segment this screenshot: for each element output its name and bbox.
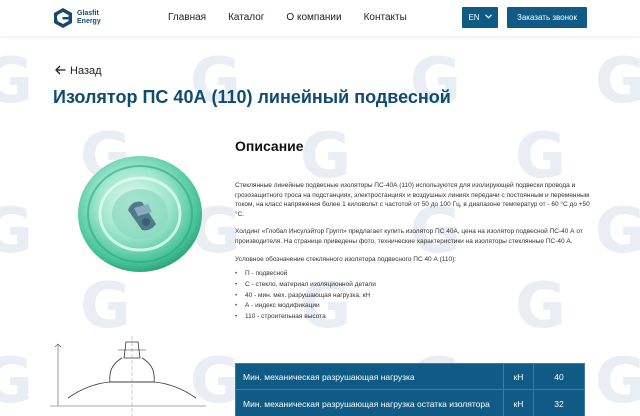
bullet-icon: • xyxy=(235,312,238,320)
logo-text: Glasfit Energy xyxy=(77,10,101,26)
spec-unit: кН xyxy=(503,363,534,390)
logo-icon xyxy=(53,7,73,29)
order-call-button[interactable]: Заказать звонок xyxy=(507,7,587,28)
logo-link[interactable]: Glasfit Energy xyxy=(53,7,101,29)
watermark-logo-icon: G xyxy=(80,269,131,342)
table-row: Мин. механическая разрушающая нагрузка о… xyxy=(235,389,585,416)
description-paragraph: Стеклянные линейные подвесные изоляторы … xyxy=(235,182,590,218)
bullet-icon: • xyxy=(235,280,238,288)
site-header: Glasfit Energy Главная Каталог О компани… xyxy=(0,0,640,36)
list-item: • 40 - мин. мех. разрушающая нагрузка, кН xyxy=(235,291,590,302)
table-row: Мин. механическая разрушающая нагрузка к… xyxy=(235,363,585,390)
main-nav: Главная Каталог О компании Контакты xyxy=(168,12,429,23)
description-heading: Описание xyxy=(235,138,304,154)
watermark-logo-icon: G xyxy=(0,44,33,117)
technical-drawing[interactable] xyxy=(48,336,208,416)
watermark-logo-icon: G xyxy=(0,194,33,267)
bullet-icon: • xyxy=(235,291,238,299)
nav-item-home[interactable]: Главная xyxy=(168,12,206,23)
logo-line1: Glasfit xyxy=(77,10,99,17)
spec-name: Мин. механическая разрушающая нагрузка xyxy=(235,363,504,390)
list-item: • П - подвесной xyxy=(235,269,590,280)
list-item: • А - индекс модификации xyxy=(235,301,590,312)
language-selector[interactable]: EN xyxy=(462,7,498,28)
description-paragraph: Условное обозначение стеклянного изолято… xyxy=(235,255,457,263)
arrow-left-icon xyxy=(55,63,66,78)
bullet-icon: • xyxy=(235,270,238,278)
nav-item-catalog[interactable]: Каталог xyxy=(228,12,264,23)
nav-item-contacts[interactable]: Контакты xyxy=(364,12,407,23)
back-label: Назад xyxy=(70,64,102,77)
spec-unit: кН xyxy=(503,389,534,416)
back-link[interactable]: Назад xyxy=(55,63,102,78)
description-section: Описание Стеклянные линейные подвесные и… xyxy=(235,138,590,323)
watermark-logo-icon: G xyxy=(0,344,33,416)
designation-list: • П - подвесной • С - стекло, материал изо… xyxy=(235,269,590,323)
chevron-down-icon xyxy=(484,14,492,21)
spec-value: 40 xyxy=(533,363,585,390)
list-item: • 110 - строительная высота xyxy=(235,312,590,323)
watermark-logo-icon: G xyxy=(595,344,640,416)
product-image[interactable] xyxy=(70,140,210,280)
language-label: EN xyxy=(468,13,480,22)
bullet-icon: • xyxy=(235,302,238,310)
list-item: • С - стекло, материал изоляционной детал… xyxy=(235,280,590,291)
spec-value: 32 xyxy=(533,389,585,416)
logo-line2: Energy xyxy=(77,18,101,25)
watermark-logo-icon: G xyxy=(595,194,640,267)
spec-name: Мин. механическая разрушающая нагрузка о… xyxy=(235,389,504,416)
watermark-logo-icon: G xyxy=(595,44,640,117)
page-title: Изолятор ПС 40А (110) линейный подвесной xyxy=(53,87,451,107)
description-paragraph: Холдинг «Глобал Инсулэйтор Групп» предла… xyxy=(235,228,583,245)
nav-item-about[interactable]: О компании xyxy=(286,12,341,23)
specs-table: Мин. механическая разрушающая нагрузка к… xyxy=(235,363,585,416)
